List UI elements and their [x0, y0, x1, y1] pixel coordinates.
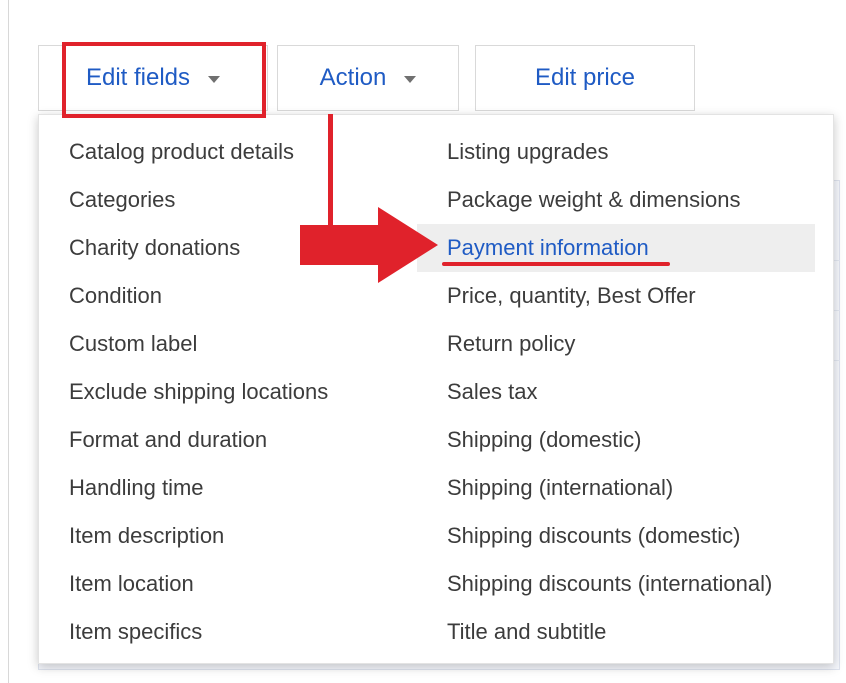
menu-item[interactable]: Item description [39, 512, 419, 560]
menu-item-payment-information[interactable]: Payment information [417, 224, 815, 272]
menu-item[interactable]: Shipping discounts (domestic) [417, 512, 815, 560]
action-button[interactable]: Action [277, 45, 459, 111]
menu-item[interactable]: Price, quantity, Best Offer [417, 272, 815, 320]
menu-item[interactable]: Listing upgrades [417, 128, 815, 176]
menu-item[interactable]: Handling time [39, 464, 419, 512]
edit-fields-button[interactable]: Edit fields [38, 45, 268, 111]
menu-item[interactable]: Exclude shipping locations [39, 368, 419, 416]
edit-fields-label: Edit fields [85, 64, 191, 91]
menu-item[interactable]: Categories [39, 176, 419, 224]
chevron-down-icon [404, 75, 417, 83]
menu-item[interactable]: Condition [39, 272, 419, 320]
menu-item[interactable]: Catalog product details [39, 128, 419, 176]
edit-price-label: Edit price [534, 64, 636, 91]
menu-item[interactable]: Charity donations [39, 224, 419, 272]
menu-item[interactable]: Return policy [417, 320, 815, 368]
menu-item[interactable]: Shipping (domestic) [417, 416, 815, 464]
chevron-down-icon [208, 75, 221, 83]
menu-item[interactable]: Title and subtitle [417, 608, 815, 656]
action-label: Action [319, 64, 387, 91]
menu-item[interactable]: Item specifics [39, 608, 419, 656]
edit-price-button[interactable]: Edit price [475, 45, 695, 111]
menu-item[interactable]: Custom label [39, 320, 419, 368]
menu-item[interactable]: Format and duration [39, 416, 419, 464]
menu-item[interactable]: Sales tax [417, 368, 815, 416]
menu-item[interactable]: Shipping discounts (international) [417, 560, 815, 608]
menu-item[interactable]: Item location [39, 560, 419, 608]
menu-column-right: Listing upgrades Package weight & dimens… [417, 128, 815, 656]
menu-item[interactable]: Package weight & dimensions [417, 176, 815, 224]
menu-column-left: Catalog product details Categories Chari… [39, 128, 419, 656]
edit-fields-dropdown-menu: Catalog product details Categories Chari… [38, 114, 834, 664]
menu-item[interactable]: Shipping (international) [417, 464, 815, 512]
